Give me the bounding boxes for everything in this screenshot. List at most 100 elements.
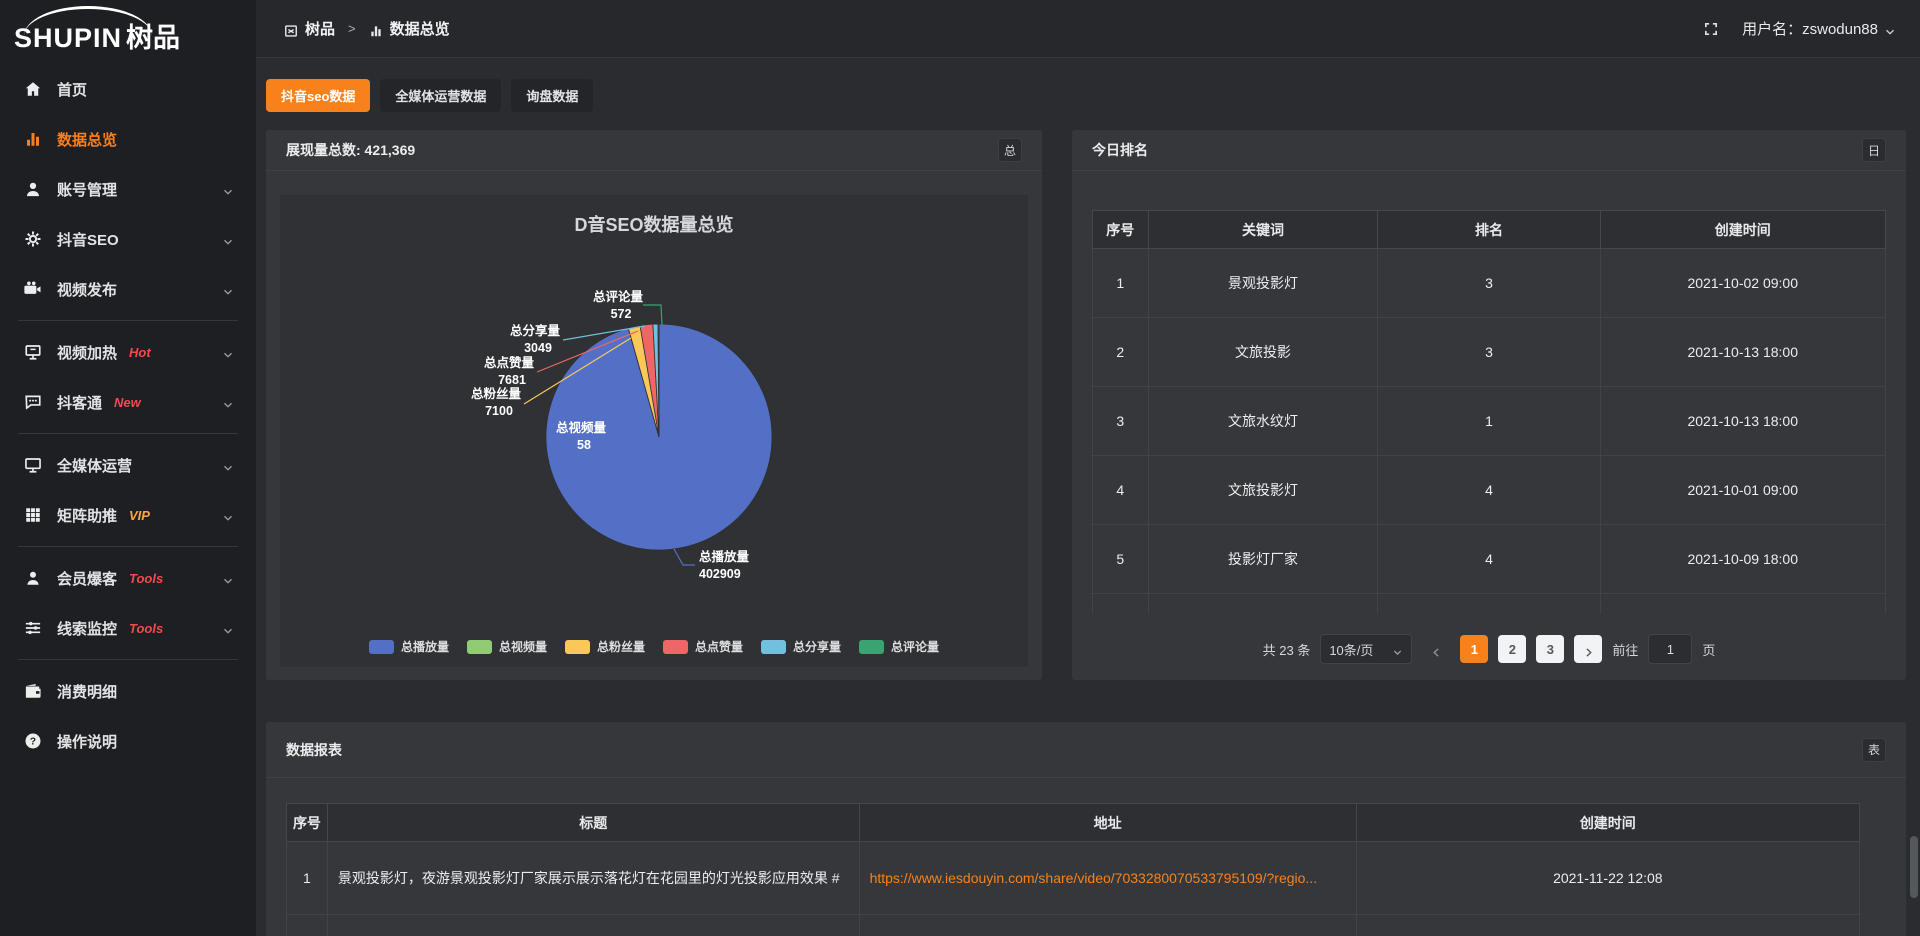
sidebar-item-抖客通[interactable]: 抖客通 New — [0, 377, 256, 427]
pie-chart: 总播放量402909总视频量58总粉丝量7100总点赞量7681总分享量3049… — [280, 195, 1028, 667]
page-button-2[interactable]: 2 — [1498, 635, 1526, 663]
sidebar-item-消费明细[interactable]: 消费明细 — [0, 666, 256, 716]
user-menu[interactable]: 用户名：zswodun88 — [1742, 18, 1896, 39]
table-row: 2文旅投影32021-10-13 18:00 — [1093, 318, 1886, 387]
label-leader-line — [674, 549, 695, 565]
report-panel-title: 数据报表 — [286, 740, 342, 760]
sidebar-item-操作说明[interactable]: ?操作说明 — [0, 716, 256, 766]
pie-label-总播放量: 总播放量402909 — [699, 549, 750, 581]
table-cell: 2021-10-13 18:00 — [1600, 318, 1886, 387]
sidebar-item-数据总览[interactable]: 数据总览 — [0, 114, 256, 164]
sidebar-divider — [18, 320, 238, 321]
sidebar-item-label: 线索监控 — [57, 618, 117, 639]
screen-icon — [24, 343, 42, 361]
next-page-button[interactable] — [1574, 635, 1602, 663]
sidebar-item-首页[interactable]: 首页 — [0, 64, 256, 114]
chevron-down-icon — [1392, 647, 1403, 658]
fullscreen-icon[interactable] — [1702, 20, 1720, 38]
report-panel: 数据报表 表 序号标题地址创建时间1景观投影灯，夜游景观投影灯厂家展示展示落花灯… — [266, 722, 1906, 936]
sidebar-item-badge: New — [114, 395, 141, 410]
report-table: 序号标题地址创建时间1景观投影灯，夜游景观投影灯厂家展示展示落花灯在花园里的灯光… — [286, 803, 1860, 936]
page-button-3[interactable]: 3 — [1536, 635, 1564, 663]
prev-page-button[interactable] — [1422, 635, 1450, 663]
vertical-scrollbar — [1910, 826, 1918, 936]
legend-label: 总视频量 — [499, 638, 547, 655]
user-icon — [24, 180, 42, 198]
chevron-left-icon — [1431, 647, 1442, 658]
breadcrumb-separator: > — [348, 21, 356, 36]
tab-全媒体运营数据[interactable]: 全媒体运营数据 — [380, 79, 501, 112]
chevron-down-icon — [222, 512, 234, 524]
ranking-panel-title: 今日排名 — [1092, 140, 1148, 160]
pie-label-总点赞量: 总点赞量7681 — [484, 355, 535, 387]
ranking-corner-badge[interactable]: 日 — [1862, 138, 1886, 162]
sidebar-item-线索监控[interactable]: 线索监控Tools — [0, 603, 256, 653]
sidebar-item-label: 首页 — [57, 79, 87, 100]
chevron-down-icon — [222, 462, 234, 474]
page-size-select[interactable]: 10条/页 — [1320, 634, 1412, 664]
sidebar-item-视频加热[interactable]: 视频加热Hot — [0, 327, 256, 377]
page-button-1[interactable]: 1 — [1460, 635, 1488, 663]
topbar: 树品 > 数据总览 用户名：zswodun88 — [256, 0, 1920, 58]
legend-label: 总点赞量 — [695, 638, 743, 655]
table-row: 1景观投影灯，夜游景观投影灯厂家展示展示落花灯在花园里的灯光投影应用效果 #ht… — [287, 842, 1860, 915]
table-row — [1093, 594, 1886, 615]
legend-item-总播放量[interactable]: 总播放量 — [369, 638, 449, 655]
legend-label: 总播放量 — [401, 638, 449, 655]
sidebar-item-全媒体运营[interactable]: 全媒体运营 — [0, 440, 256, 490]
breadcrumb-item-home[interactable]: 树品 — [305, 18, 335, 39]
report-url-link[interactable]: https://www.iesdouyin.com/share/video/70… — [870, 870, 1318, 886]
pagination: 共 23 条10条/页123前往页 — [1072, 634, 1906, 664]
table-cell: 1 — [1093, 249, 1149, 318]
sidebar-item-badge: VIP — [129, 508, 150, 523]
chevron-down-icon — [222, 575, 234, 587]
monitor-icon — [24, 456, 42, 474]
sidebar-item-矩阵助推[interactable]: 矩阵助推VIP — [0, 490, 256, 540]
column-header: 标题 — [327, 804, 859, 842]
sidebar-item-抖音SEO[interactable]: 抖音SEO — [0, 214, 256, 264]
scrollbar-thumb[interactable] — [1910, 836, 1918, 898]
table-cell: 2 — [1093, 318, 1149, 387]
table-cell: 3 — [1378, 318, 1600, 387]
table-cell: 投影灯厂家 — [1148, 525, 1378, 594]
column-header: 序号 — [287, 804, 328, 842]
app-window-icon — [284, 22, 298, 36]
home-icon — [24, 80, 42, 98]
pie-label-总评论量: 总评论量572 — [593, 289, 644, 321]
table-row: 4文旅投影灯42021-10-01 09:00 — [1093, 456, 1886, 525]
sidebar-menu: 首页数据总览账号管理抖音SEO 视频发布视频加热Hot 抖客通 New 全媒体运营矩阵助… — [0, 58, 256, 766]
legend-item-总点赞量[interactable]: 总点赞量 — [663, 638, 743, 655]
legend-item-总分享量[interactable]: 总分享量 — [761, 638, 841, 655]
breadcrumb: 树品 > 数据总览 — [284, 18, 450, 39]
goto-page-input[interactable] — [1648, 634, 1692, 664]
chevron-down-icon — [222, 399, 234, 411]
sidebar-item-视频发布[interactable]: 视频发布 — [0, 264, 256, 314]
main-content: 抖音seo数据全媒体运营数据询盘数据 展现量总数: 421,369 总 D音SE… — [256, 58, 1920, 936]
legend-swatch — [859, 640, 884, 654]
tab-抖音seo数据[interactable]: 抖音seo数据 — [266, 79, 370, 112]
legend-label: 总粉丝量 — [597, 638, 645, 655]
fullscreen-icon — [1702, 20, 1720, 38]
tab-询盘数据[interactable]: 询盘数据 — [511, 79, 593, 112]
table-row: 5投影灯厂家42021-10-09 18:00 — [1093, 525, 1886, 594]
sidebar-item-会员爆客[interactable]: 会员爆客Tools — [0, 553, 256, 603]
question-icon: ? — [24, 732, 42, 750]
logo-arc-decoration — [24, 6, 152, 36]
legend-item-总粉丝量[interactable]: 总粉丝量 — [565, 638, 645, 655]
ranking-table-wrap: 序号关键词排名创建时间1景观投影灯32021-10-02 09:002文旅投影3… — [1092, 210, 1886, 614]
svg-text:?: ? — [30, 737, 36, 748]
legend-item-总视频量[interactable]: 总视频量 — [467, 638, 547, 655]
legend-swatch — [761, 640, 786, 654]
report-corner-badge[interactable]: 表 — [1862, 738, 1886, 762]
legend-item-总评论量[interactable]: 总评论量 — [859, 638, 939, 655]
label-leader-line — [643, 305, 662, 325]
table-cell: 3 — [1093, 387, 1149, 456]
grid-icon — [24, 506, 42, 524]
sidebar-item-label: 抖音SEO — [57, 229, 119, 250]
overview-corner-badge[interactable]: 总 — [998, 138, 1022, 162]
legend-swatch — [467, 640, 492, 654]
bar-chart-icon — [369, 24, 383, 38]
sidebar-item-label: 抖客通 — [57, 392, 102, 413]
sidebar-item-账号管理[interactable]: 账号管理 — [0, 164, 256, 214]
sidebar-item-label: 全媒体运营 — [57, 455, 132, 476]
